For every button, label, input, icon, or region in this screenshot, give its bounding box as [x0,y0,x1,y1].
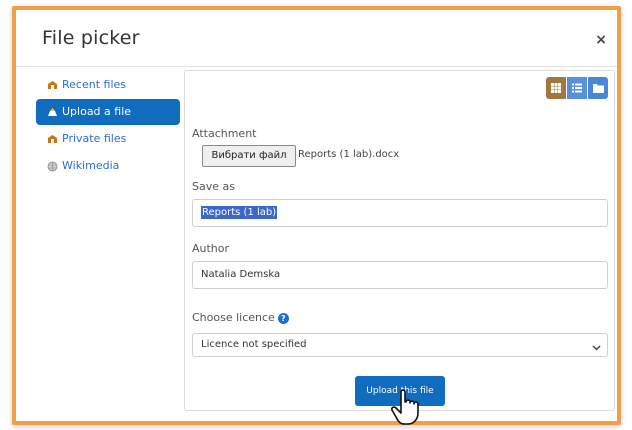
private-files-icon [47,134,58,145]
licence-value: Licence not specified [201,339,307,350]
sidebar-item-private-files[interactable]: Private files [36,126,180,152]
licence-label: Choose licence [192,311,275,324]
save-as-label: Save as [192,180,235,193]
close-icon[interactable]: × [595,32,607,48]
upload-form-panel: Attachment Вибрати файл Reports (1 lab).… [184,70,615,425]
wikimedia-icon [47,161,58,172]
author-field[interactable]: Natalia Demska [192,261,608,289]
sidebar-item-upload-a-file[interactable]: Upload a file [36,99,180,125]
sidebar-item-label: Recent files [62,78,126,91]
dialog-title: File picker [42,27,140,49]
repository-sidebar: Recent files Upload a file Private files… [36,72,180,180]
sidebar-item-label: Private files [62,132,127,145]
selected-file-name: Reports (1 lab).docx [298,149,400,160]
licence-select[interactable]: Licence not specified [192,333,608,357]
list-view-icon[interactable] [567,77,587,99]
choose-file-button[interactable]: Вибрати файл [202,145,296,167]
pointer-hand-icon [389,386,429,430]
save-as-value: Reports (1 lab) [201,206,278,219]
chevron-down-icon [592,339,601,361]
save-as-field[interactable]: Reports (1 lab) [192,199,608,227]
sidebar-item-label: Upload a file [62,105,132,118]
recent-files-icon [47,80,58,91]
sidebar-item-wikimedia[interactable]: Wikimedia [36,153,180,179]
help-icon[interactable]: ? [277,312,289,324]
grid-view-icon[interactable] [546,77,566,99]
sidebar-item-label: Wikimedia [62,159,120,172]
file-picker-dialog: File picker × Recent files Upload a file… [12,6,621,425]
author-value: Natalia Demska [201,269,281,280]
view-toggle [546,77,608,99]
upload-icon [47,107,58,118]
dialog-header: File picker × [16,10,617,67]
licence-label-row: Choose licence? [192,311,289,324]
sidebar-item-recent-files[interactable]: Recent files [36,72,180,98]
attachment-label: Attachment [192,127,257,140]
tree-view-icon[interactable] [588,77,608,99]
author-label: Author [192,242,230,255]
